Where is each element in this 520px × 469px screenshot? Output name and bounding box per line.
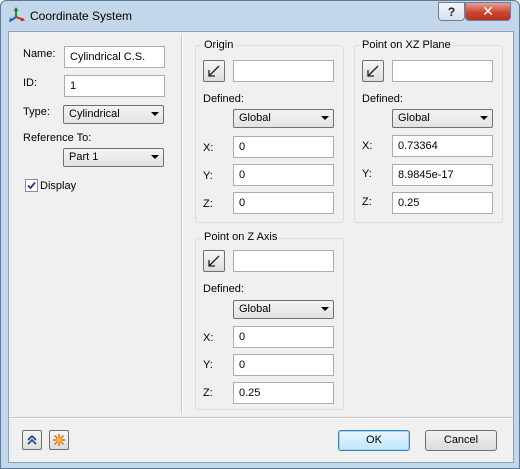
z-axis-x-label: X: <box>203 332 214 344</box>
z-axis-z-field[interactable]: 0.25 <box>233 382 334 404</box>
display-checkbox[interactable] <box>25 179 38 192</box>
z-axis-y-field[interactable]: 0 <box>233 354 334 376</box>
type-label: Type: <box>23 106 50 118</box>
xz-plane-y-field[interactable]: 8.9845e-17 <box>392 164 493 186</box>
pick-point-arrow-icon <box>367 65 379 77</box>
origin-z-field[interactable]: 0 <box>233 192 334 214</box>
origin-pick-field[interactable] <box>233 60 334 82</box>
xz-plane-pick-button[interactable] <box>362 60 384 82</box>
origin-x-field[interactable]: 0 <box>233 136 334 158</box>
origin-defined-label: Defined: <box>203 93 244 105</box>
z-axis-defined-label: Defined: <box>203 283 244 295</box>
xz-plane-defined-label: Defined: <box>362 93 403 105</box>
origin-x-label: X: <box>203 142 214 154</box>
xz-plane-y-label: Y: <box>362 168 372 180</box>
origin-pick-button[interactable] <box>203 60 225 82</box>
origin-group-title: Origin <box>202 39 236 51</box>
origin-z-label: Z: <box>203 198 213 210</box>
name-field[interactable]: Cylindrical C.S. <box>64 46 165 68</box>
chevron-down-icon <box>151 155 159 159</box>
xz-plane-x-label: X: <box>362 140 373 152</box>
coordinate-axes-icon <box>9 7 25 22</box>
chevron-down-icon <box>151 112 159 116</box>
xz-plane-group-title: Point on XZ Plane <box>360 39 453 51</box>
collapse-button[interactable] <box>22 430 42 450</box>
help-button[interactable]: ? <box>438 2 465 21</box>
z-axis-pick-field[interactable] <box>233 250 334 272</box>
horizontal-separator <box>9 417 513 419</box>
origin-y-field[interactable]: 0 <box>233 164 334 186</box>
z-axis-z-label: Z: <box>203 387 213 399</box>
xz-plane-z-field[interactable]: 0.25 <box>392 192 493 214</box>
xz-plane-pick-field[interactable] <box>392 60 493 82</box>
checkmark-icon <box>27 181 36 190</box>
window-title: Coordinate System <box>30 9 133 23</box>
close-button[interactable]: ✕ <box>465 2 511 21</box>
help-icon: ? <box>447 4 456 19</box>
z-axis-x-field[interactable]: 0 <box>233 326 334 348</box>
origin-y-label: Y: <box>203 170 213 182</box>
reference-label: Reference To: <box>23 132 92 144</box>
title-bar[interactable]: Coordinate System ? ✕ <box>1 1 519 31</box>
xz-plane-defined-dropdown[interactable]: Global <box>392 109 493 128</box>
z-axis-y-label: Y: <box>203 359 213 371</box>
xz-plane-x-field[interactable]: 0.73364 <box>392 135 493 157</box>
z-axis-pick-button[interactable] <box>203 250 225 272</box>
id-field[interactable]: 1 <box>64 75 165 97</box>
chevron-down-icon <box>321 307 329 311</box>
reference-dropdown[interactable]: Part 1 <box>63 148 164 167</box>
vertical-separator <box>181 35 183 413</box>
coordinate-system-dialog: Coordinate System ? ✕ Name: Cylindrical … <box>0 0 520 469</box>
display-label: Display <box>40 180 77 192</box>
z-axis-group-title: Point on Z Axis <box>202 231 280 243</box>
origin-defined-value: Global <box>239 112 271 124</box>
reference-dropdown-value: Part 1 <box>69 151 99 163</box>
pick-point-arrow-icon <box>208 255 220 267</box>
ok-button[interactable]: OK <box>338 430 410 451</box>
chevron-down-icon <box>480 116 488 120</box>
highlight-button[interactable] <box>49 430 69 450</box>
id-label: ID: <box>23 77 38 89</box>
double-chevron-up-icon <box>27 434 37 445</box>
z-axis-defined-dropdown[interactable]: Global <box>233 300 334 319</box>
name-label: Name: <box>23 48 56 60</box>
xz-plane-z-label: Z: <box>362 196 372 208</box>
cancel-button[interactable]: Cancel <box>425 430 497 451</box>
chevron-down-icon <box>321 116 329 120</box>
z-axis-defined-value: Global <box>239 303 271 315</box>
close-icon: ✕ <box>482 3 494 19</box>
dialog-client-area: Name: Cylindrical C.S. ID: 1 Type: Cylin… <box>8 31 514 463</box>
type-dropdown[interactable]: Cylindrical <box>63 105 164 124</box>
xz-plane-defined-value: Global <box>398 112 430 124</box>
pick-point-arrow-icon <box>208 65 220 77</box>
type-dropdown-value: Cylindrical <box>69 108 120 120</box>
origin-defined-dropdown[interactable]: Global <box>233 109 334 128</box>
highlight-burst-icon <box>53 434 65 446</box>
